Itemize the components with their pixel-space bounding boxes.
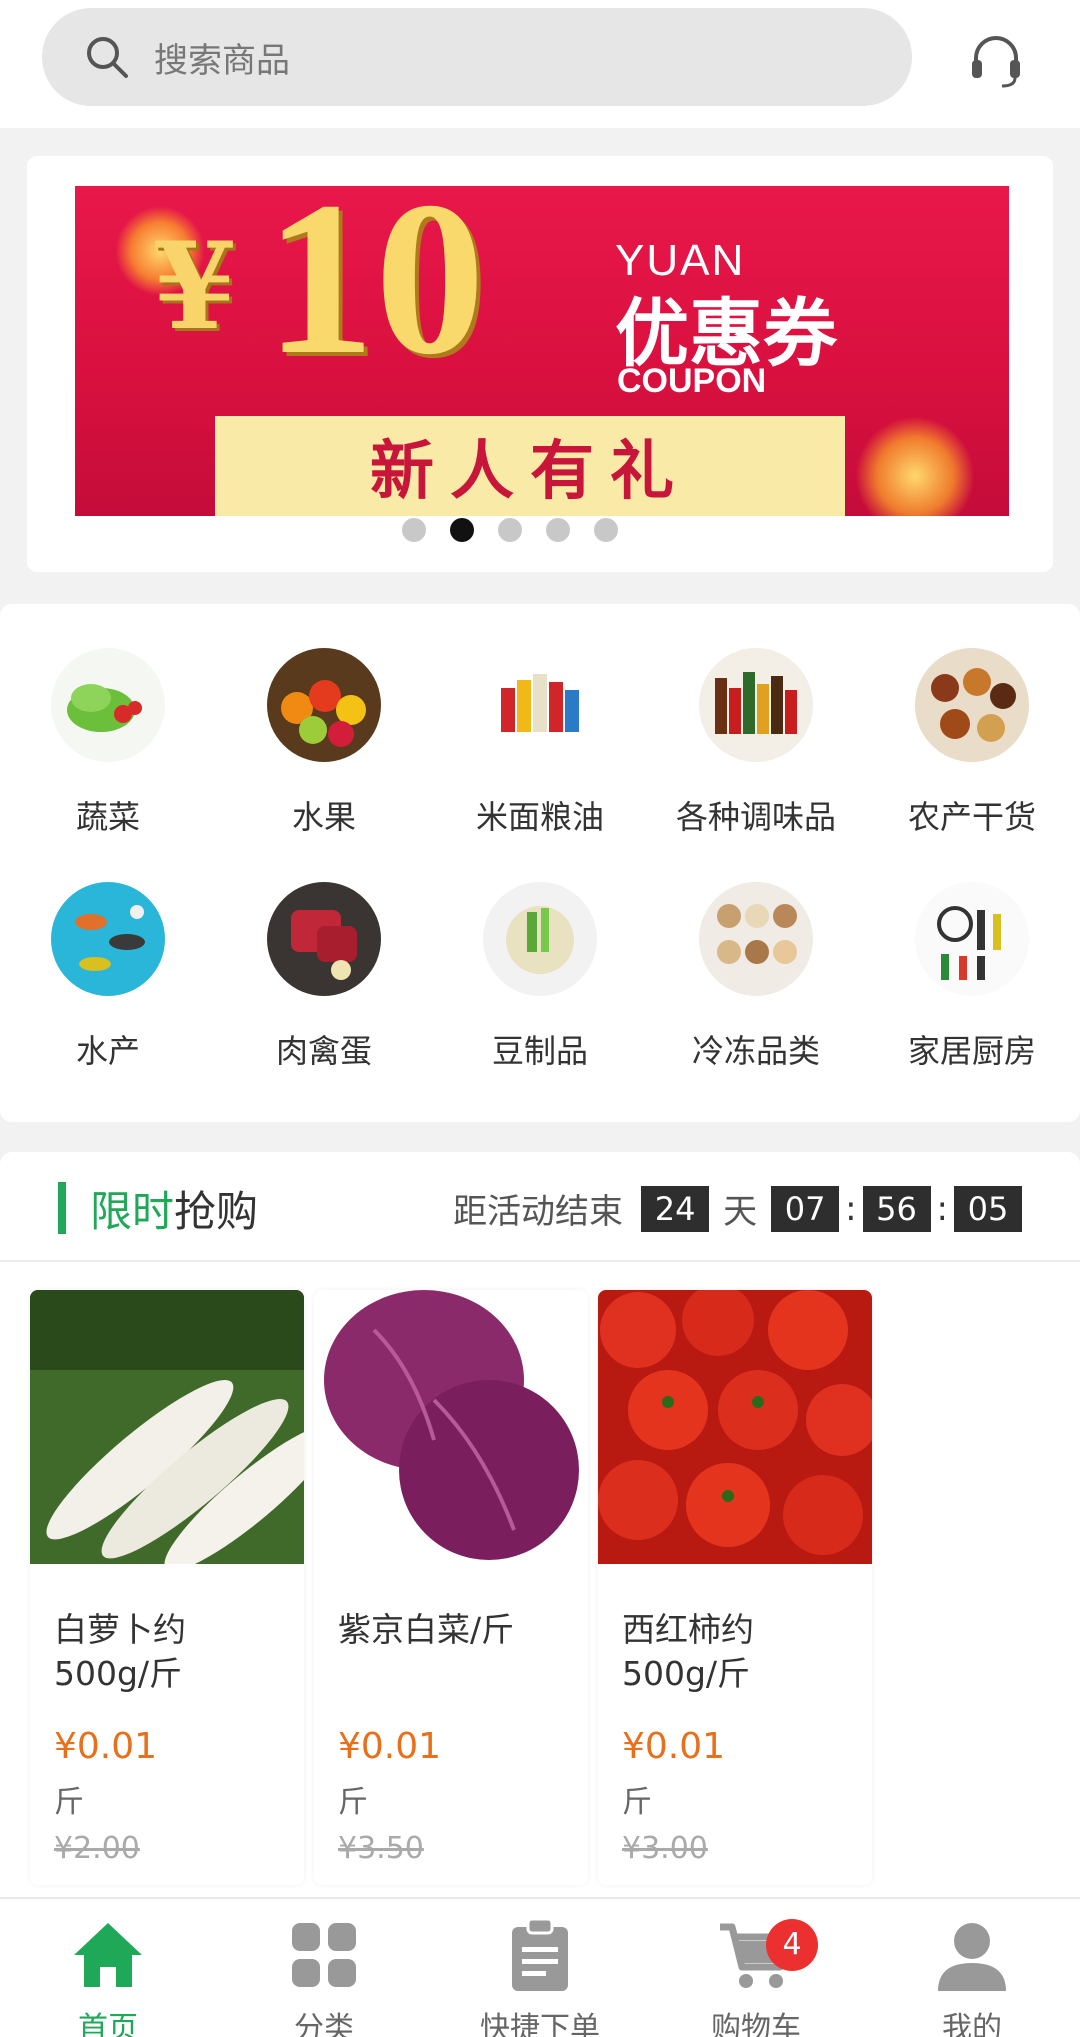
- tab-label: 购物车: [711, 2011, 801, 2037]
- category-fruits[interactable]: 水果: [216, 604, 432, 836]
- clipboard-icon: [512, 1917, 568, 1991]
- countdown-timer: 距活动结束 24 天 07 : 56 : 05: [453, 1184, 1026, 1233]
- countdown-hours: 07: [771, 1185, 840, 1232]
- product-original-price: ¥3.50: [338, 1831, 424, 1866]
- carousel-dot[interactable]: [498, 518, 522, 542]
- category-grain-oil[interactable]: 米面粮油: [432, 604, 648, 836]
- tab-quick-order[interactable]: 快捷下单: [432, 1899, 648, 2037]
- category-label: 米面粮油: [475, 798, 604, 836]
- category-soy[interactable]: 豆制品: [432, 838, 648, 1070]
- vegetables-image: [51, 648, 165, 762]
- product-price: ¥0.01: [622, 1726, 726, 1767]
- banner-yen-symbol: ¥: [153, 216, 237, 357]
- home-icon: [74, 1923, 142, 1987]
- carousel-dot[interactable]: [594, 518, 618, 542]
- tab-label: 快捷下单: [480, 2011, 600, 2037]
- category-label: 各种调味品: [675, 798, 836, 836]
- countdown-seconds: 05: [954, 1185, 1022, 1232]
- meat-image: [267, 882, 381, 996]
- category-label: 豆制品: [491, 1032, 588, 1070]
- soy-products-image: [483, 882, 597, 996]
- category-dried-goods[interactable]: 农产干货: [864, 604, 1080, 836]
- product-name: 紫京白菜/斤: [338, 1610, 515, 1649]
- product-unit: 斤: [338, 1785, 368, 1820]
- header: 搜索商品: [0, 0, 1080, 128]
- tab-label: 我的: [942, 2011, 1002, 2037]
- search-icon: [87, 37, 128, 78]
- tab-home[interactable]: 首页: [0, 1899, 216, 2037]
- frozen-image: [699, 882, 813, 996]
- category-label: 肉禽蛋: [275, 1032, 372, 1070]
- condiments-image: [699, 648, 813, 762]
- countdown-days: 24: [641, 1185, 710, 1232]
- sparkle-decoration: [855, 416, 975, 516]
- product-unit: 斤: [622, 1785, 652, 1820]
- category-label: 家居厨房: [907, 1032, 1036, 1070]
- tab-label: 首页: [78, 2011, 138, 2037]
- banner-strip: 新人有礼: [215, 416, 845, 516]
- countdown-separator: :: [845, 1188, 857, 1229]
- flash-sale-header: 限时抢购 距活动结束 24 天 07 : 56 : 05: [0, 1152, 1080, 1262]
- banner-card: ¥ 10 YUAN 优惠券 COUPON 新人有礼: [27, 156, 1053, 572]
- countdown-label: 距活动结束: [453, 1192, 624, 1232]
- flash-sale-section: 限时抢购 距活动结束 24 天 07 : 56 : 05 白萝卜约500g/斤 …: [0, 1152, 1080, 1897]
- tab-profile[interactable]: 我的: [864, 1899, 1080, 2037]
- tab-cart[interactable]: 4 购物车: [648, 1899, 864, 2037]
- category-kitchen[interactable]: 家居厨房: [864, 838, 1080, 1070]
- tomato-image: [598, 1290, 872, 1564]
- product-original-price: ¥3.00: [622, 1831, 708, 1866]
- category-label: 蔬菜: [75, 798, 140, 836]
- countdown-separator: :: [936, 1188, 948, 1229]
- white-radish-image: [30, 1290, 304, 1571]
- kitchen-image: [915, 882, 1029, 996]
- category-label: 水果: [291, 798, 356, 836]
- category-label: 水产: [75, 1032, 140, 1070]
- user-icon: [938, 1923, 1006, 1991]
- grid-icon: [292, 1923, 356, 1987]
- fruits-image: [267, 648, 381, 762]
- product-card[interactable]: 紫京白菜/斤 ¥0.01 斤 ¥3.50: [314, 1290, 588, 1885]
- carousel-dots: [0, 518, 1023, 542]
- search-bar[interactable]: 搜索商品: [42, 8, 912, 106]
- category-label: 农产干货: [907, 798, 1036, 836]
- product-name: 西红柿约500g/斤: [622, 1610, 754, 1693]
- countdown-minutes: 56: [862, 1185, 931, 1232]
- carousel-dot[interactable]: [546, 518, 570, 542]
- banner-strip-text: 新人有礼: [370, 435, 690, 509]
- product-card[interactable]: 白萝卜约500g/斤 ¥0.01 斤 ¥2.00: [30, 1290, 304, 1885]
- coupon-banner[interactable]: ¥ 10 YUAN 优惠券 COUPON 新人有礼: [75, 186, 1009, 516]
- purple-cabbage-image: [314, 1290, 588, 1564]
- grain-oil-image: [483, 648, 597, 762]
- product-name: 白萝卜约500g/斤: [54, 1610, 186, 1693]
- banner-amount: 10: [265, 186, 485, 400]
- product-original-price: ¥2.00: [54, 1831, 140, 1866]
- banner-coupon-en: COUPON: [617, 362, 767, 400]
- category-label: 冷冻品类: [691, 1032, 820, 1070]
- tab-category[interactable]: 分类: [216, 1899, 432, 2037]
- product-card[interactable]: 西红柿约500g/斤 ¥0.01 斤 ¥3.00: [598, 1290, 872, 1885]
- product-price: ¥0.01: [54, 1726, 158, 1767]
- cart-badge: 4: [766, 1919, 818, 1971]
- category-condiments[interactable]: 各种调味品: [648, 604, 864, 836]
- carousel-dot[interactable]: [402, 518, 426, 542]
- tab-label: 分类: [294, 2011, 354, 2037]
- section-accent-bar: [58, 1182, 66, 1234]
- countdown-day-unit: 天: [723, 1192, 758, 1232]
- search-placeholder: 搜索商品: [154, 40, 290, 81]
- seafood-image: [51, 882, 165, 996]
- headset-icon[interactable]: [966, 30, 1026, 90]
- category-seafood[interactable]: 水产: [0, 838, 216, 1070]
- flash-sale-title: 限时抢购: [90, 1187, 259, 1236]
- carousel-dot-active[interactable]: [450, 518, 474, 542]
- category-meat[interactable]: 肉禽蛋: [216, 838, 432, 1070]
- product-unit: 斤: [54, 1785, 84, 1820]
- bottom-tab-bar: 首页 分类 快捷下单 4 购物车 我的: [0, 1897, 1080, 2037]
- product-price: ¥0.01: [338, 1726, 442, 1767]
- dried-goods-image: [915, 648, 1029, 762]
- category-vegetables[interactable]: 蔬菜: [0, 604, 216, 836]
- category-frozen[interactable]: 冷冻品类: [648, 838, 864, 1070]
- category-grid: 蔬菜 水果 米面粮油 各种调味品 农产干货 水产 肉禽蛋 豆制品 冷冻品类 家居…: [0, 604, 1080, 1122]
